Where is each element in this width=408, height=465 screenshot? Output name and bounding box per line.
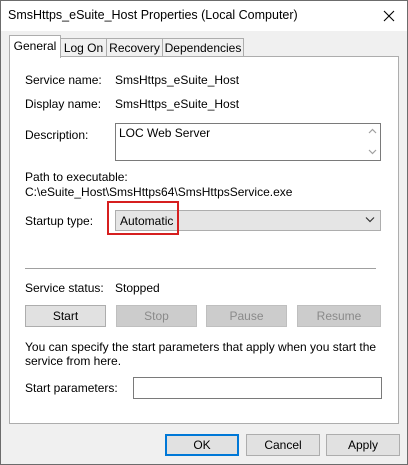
chevron-down-icon <box>365 217 375 223</box>
description-label: Description: <box>25 128 89 142</box>
close-button[interactable] <box>375 3 403 29</box>
path-label: Path to executable: <box>25 170 128 184</box>
general-panel: Service name: SmsHttps_eSuite_Host Displ… <box>9 56 399 424</box>
description-scrollbar[interactable] <box>365 124 380 160</box>
scroll-down-icon[interactable] <box>368 149 377 155</box>
ok-button[interactable]: OK <box>165 434 239 456</box>
pause-button[interactable]: Pause <box>206 305 287 327</box>
stop-button[interactable]: Stop <box>116 305 197 327</box>
description-value: LOC Web Server <box>119 126 211 140</box>
description-field[interactable]: LOC Web Server <box>115 123 381 161</box>
window-title: SmsHttps_eSuite_Host Properties (Local C… <box>8 8 298 22</box>
start-params-input[interactable] <box>133 377 382 399</box>
start-params-info: You can specify the start parameters tha… <box>25 340 377 368</box>
startup-type-label: Startup type: <box>25 214 94 228</box>
close-icon <box>383 10 395 22</box>
service-status-value: Stopped <box>115 281 160 295</box>
display-name-label: Display name: <box>25 97 102 111</box>
service-status-label: Service status: <box>25 281 104 295</box>
properties-dialog: SmsHttps_eSuite_Host Properties (Local C… <box>0 0 408 465</box>
service-name-label: Service name: <box>25 73 102 87</box>
start-params-label: Start parameters: <box>25 381 118 395</box>
cancel-button[interactable]: Cancel <box>246 434 320 456</box>
apply-button[interactable]: Apply <box>326 434 400 456</box>
startup-type-value: Automatic <box>120 214 174 228</box>
resume-button[interactable]: Resume <box>297 305 381 327</box>
separator <box>25 268 376 269</box>
scroll-up-icon[interactable] <box>368 128 377 134</box>
display-name-value: SmsHttps_eSuite_Host <box>115 97 240 111</box>
tab-general[interactable]: General <box>9 35 61 58</box>
path-value: C:\eSuite_Host\SmsHttps64\SmsHttpsServic… <box>25 185 293 199</box>
tab-log-on[interactable]: Log On <box>60 38 107 57</box>
service-name-value: SmsHttps_eSuite_Host <box>115 73 240 87</box>
tab-dependencies[interactable]: Dependencies <box>162 38 244 57</box>
startup-type-dropdown[interactable]: Automatic <box>115 210 381 231</box>
tab-recovery[interactable]: Recovery <box>106 38 163 57</box>
title-bar: SmsHttps_eSuite_Host Properties (Local C… <box>1 1 407 31</box>
start-button[interactable]: Start <box>25 305 106 327</box>
